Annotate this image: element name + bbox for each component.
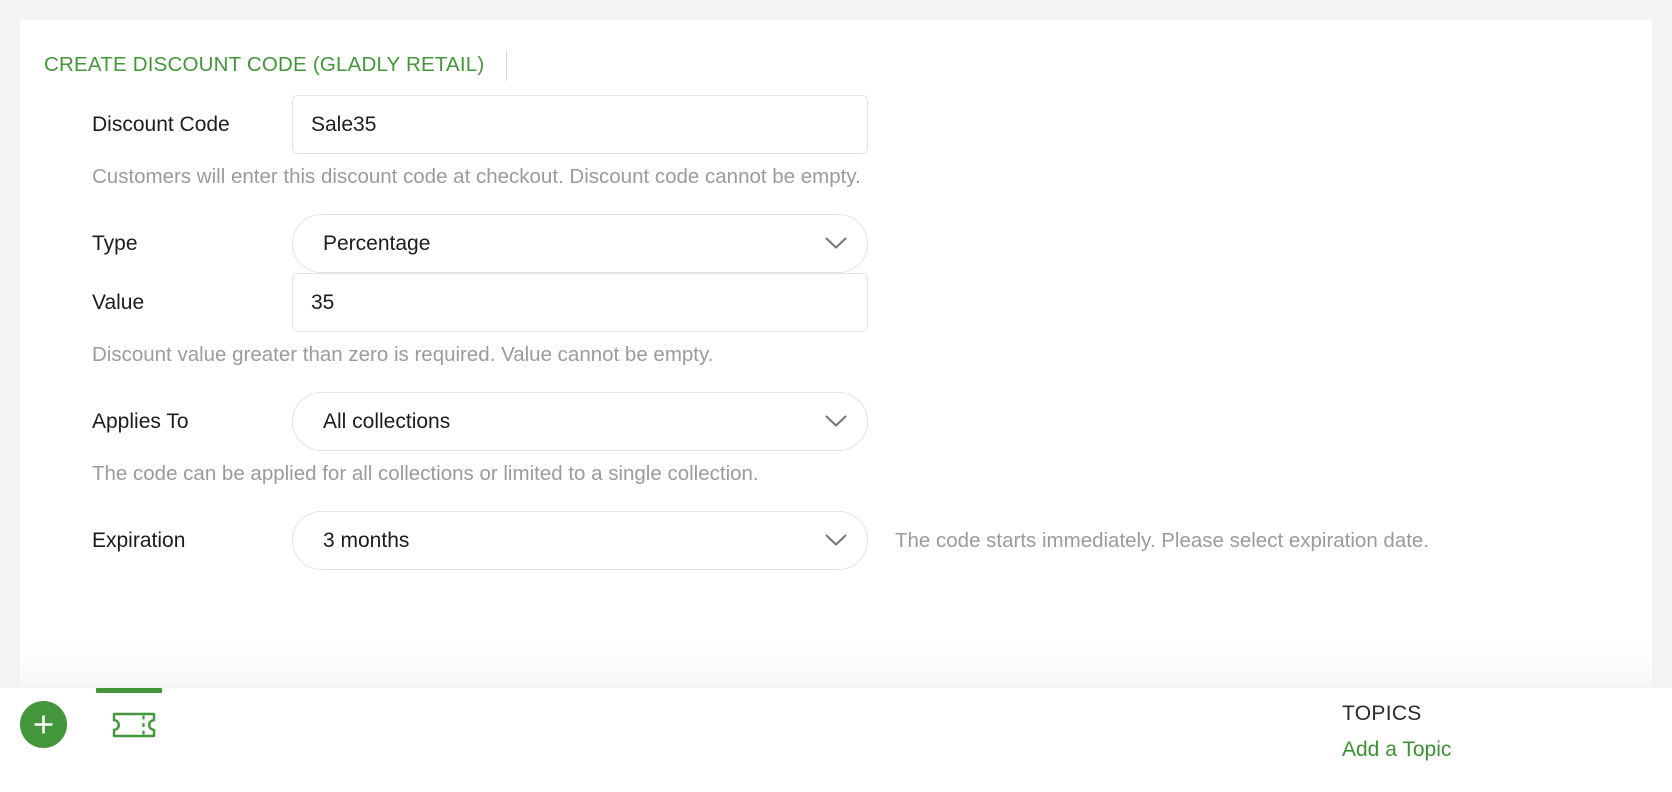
- ticket-icon: [112, 711, 156, 739]
- page-title: CREATE DISCOUNT CODE (GLADLY RETAIL): [44, 53, 485, 76]
- topics-heading: TOPICS: [1342, 702, 1422, 725]
- type-label: Type: [92, 231, 138, 255]
- discount-code-value: Sale35: [311, 113, 377, 136]
- discount-code-form: Discount Code Sale35 Customers will ente…: [44, 95, 1652, 570]
- active-tab-indicator: [96, 688, 162, 693]
- field-row-discount-code: Discount Code Sale35: [44, 95, 1652, 154]
- expiration-label: Expiration: [92, 528, 186, 552]
- applies-to-label: Applies To: [92, 409, 189, 433]
- discount-code-input[interactable]: Sale35: [292, 95, 868, 154]
- value-input-value: 35: [311, 291, 335, 314]
- discount-ticket-tab-button[interactable]: [110, 710, 158, 740]
- applies-to-selected-value: All collections: [323, 410, 451, 433]
- chevron-down-icon: [825, 415, 847, 428]
- applies-to-select[interactable]: All collections: [292, 392, 868, 451]
- value-label: Value: [92, 290, 145, 314]
- field-row-type: Type Percentage: [44, 214, 1652, 273]
- app-root: CREATE DISCOUNT CODE (GLADLY RETAIL) Dis…: [0, 0, 1672, 792]
- add-a-topic-link[interactable]: Add a Topic: [1342, 732, 1451, 768]
- bottom-toolbar: TOPICS Add a Topic: [0, 688, 1672, 792]
- type-select[interactable]: Percentage: [292, 214, 868, 273]
- discount-code-helper-text: Customers will enter this discount code …: [92, 165, 861, 188]
- discount-code-label: Discount Code: [92, 112, 230, 136]
- value-helper-text: Discount value greater than zero is requ…: [92, 343, 714, 366]
- add-button[interactable]: [20, 701, 67, 748]
- field-row-value: Value 35: [44, 273, 1652, 332]
- type-selected-value: Percentage: [323, 232, 431, 255]
- expiration-side-hint: The code starts immediately. Please sele…: [895, 528, 1430, 552]
- field-row-expiration: Expiration 3 months The code starts imme…: [44, 511, 1652, 570]
- expiration-selected-value: 3 months: [323, 529, 410, 552]
- section-header: CREATE DISCOUNT CODE (GLADLY RETAIL): [44, 49, 508, 81]
- expiration-select[interactable]: 3 months: [292, 511, 868, 570]
- applies-to-helper-text: The code can be applied for all collecti…: [92, 462, 759, 485]
- chevron-down-icon: [825, 534, 847, 547]
- header-divider: [506, 49, 508, 81]
- discount-code-card: CREATE DISCOUNT CODE (GLADLY RETAIL) Dis…: [20, 20, 1652, 688]
- topics-panel: TOPICS Add a Topic: [1342, 696, 1582, 768]
- chevron-down-icon: [825, 237, 847, 250]
- field-row-applies-to: Applies To All collections: [44, 392, 1652, 451]
- plus-icon: [31, 712, 56, 737]
- value-input[interactable]: 35: [292, 273, 868, 332]
